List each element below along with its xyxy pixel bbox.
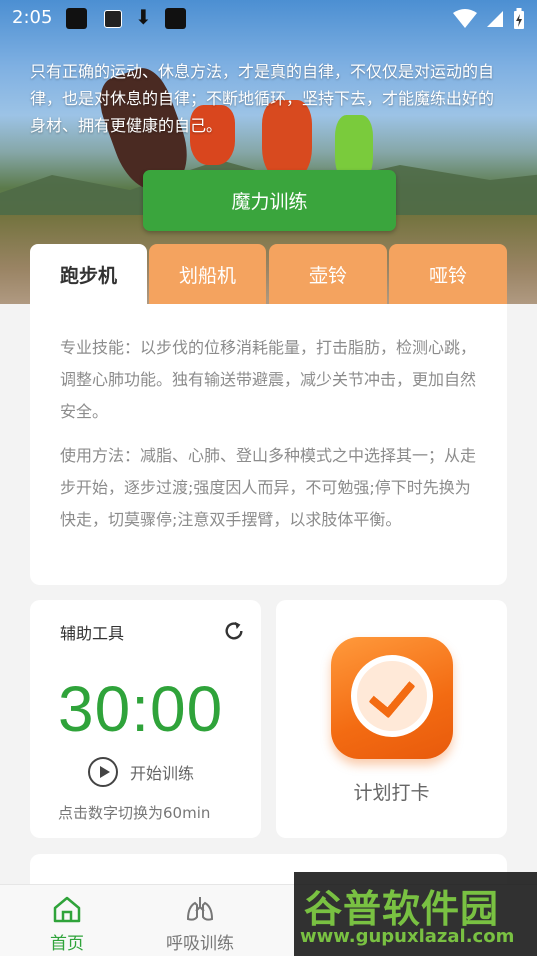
- nav-home[interactable]: 首页: [22, 893, 112, 954]
- tool-title: 辅助工具: [60, 624, 125, 643]
- tab-label: 壶铃: [308, 264, 347, 287]
- notification-icon: [66, 8, 87, 29]
- tab-dumbbell[interactable]: 哑铃: [389, 244, 507, 304]
- nav-breathing-training[interactable]: 呼吸训练: [155, 893, 245, 954]
- watermark: 谷普软件园 www.gupuxlazal.com: [294, 872, 537, 956]
- battery-icon: [514, 8, 524, 29]
- signal-icon: [487, 11, 503, 27]
- magic-training-button[interactable]: 魔力训练: [143, 170, 396, 231]
- tab-label: 划船机: [178, 264, 236, 287]
- play-icon: [88, 757, 118, 787]
- hero-motto: 只有正确的运动、休息方法，才是真的自律，不仅仅是对运动的自律，也是对休息的自律；…: [30, 62, 495, 135]
- status-bar: 2:05 ⬇: [0, 0, 537, 36]
- lungs-icon: [186, 897, 214, 921]
- plan-checkin-card[interactable]: 计划打卡: [276, 600, 507, 838]
- wifi-icon: [453, 9, 477, 28]
- nav-label: 呼吸训练: [166, 934, 234, 954]
- checkin-label: 计划打卡: [353, 782, 430, 804]
- start-training-label: 开始训练: [130, 764, 195, 783]
- tab-treadmill[interactable]: 跑步机: [30, 244, 147, 304]
- usage-text: 使用方法：减脂、心肺、登山多种模式之中选择其一；从走步开始，逐步过渡;强度因人而…: [60, 446, 477, 529]
- home-icon: [53, 896, 81, 923]
- checkin-icon: [331, 637, 453, 759]
- timer-hint: 点击数字切换为60min: [58, 804, 211, 822]
- download-icon: ⬇: [135, 5, 152, 29]
- tab-label: 哑铃: [428, 264, 467, 287]
- equipment-info-card: 专业技能：以步伐的位移消耗能量，打击脂肪，检测心跳，调整心肺功能。独有输送带避震…: [30, 304, 507, 585]
- equipment-tabs: 跑步机 划船机 壶铃 哑铃: [30, 244, 507, 304]
- start-training-button[interactable]: 开始训练: [88, 757, 194, 787]
- status-time: 2:05: [12, 7, 53, 28]
- watermark-logo: 谷普软件园: [304, 887, 500, 931]
- refresh-icon[interactable]: [223, 620, 245, 642]
- tab-kettlebell[interactable]: 壶铃: [269, 244, 387, 304]
- nav-label: 首页: [50, 934, 84, 954]
- watermark-url: www.gupuxlazal.com: [300, 926, 515, 947]
- timer-card: 辅助工具 30:00 开始训练 点击数字切换为60min: [30, 600, 261, 838]
- timer-display[interactable]: 30:00: [58, 672, 223, 746]
- notification-icon: [165, 8, 186, 29]
- skill-text: 专业技能：以步伐的位移消耗能量，打击脂肪，检测心跳，调整心肺功能。独有输送带避震…: [60, 338, 477, 421]
- tab-rowing-machine[interactable]: 划船机: [149, 244, 266, 304]
- font-app-icon: [104, 10, 122, 28]
- tab-label: 跑步机: [59, 264, 117, 287]
- checkmark-icon: [351, 655, 433, 737]
